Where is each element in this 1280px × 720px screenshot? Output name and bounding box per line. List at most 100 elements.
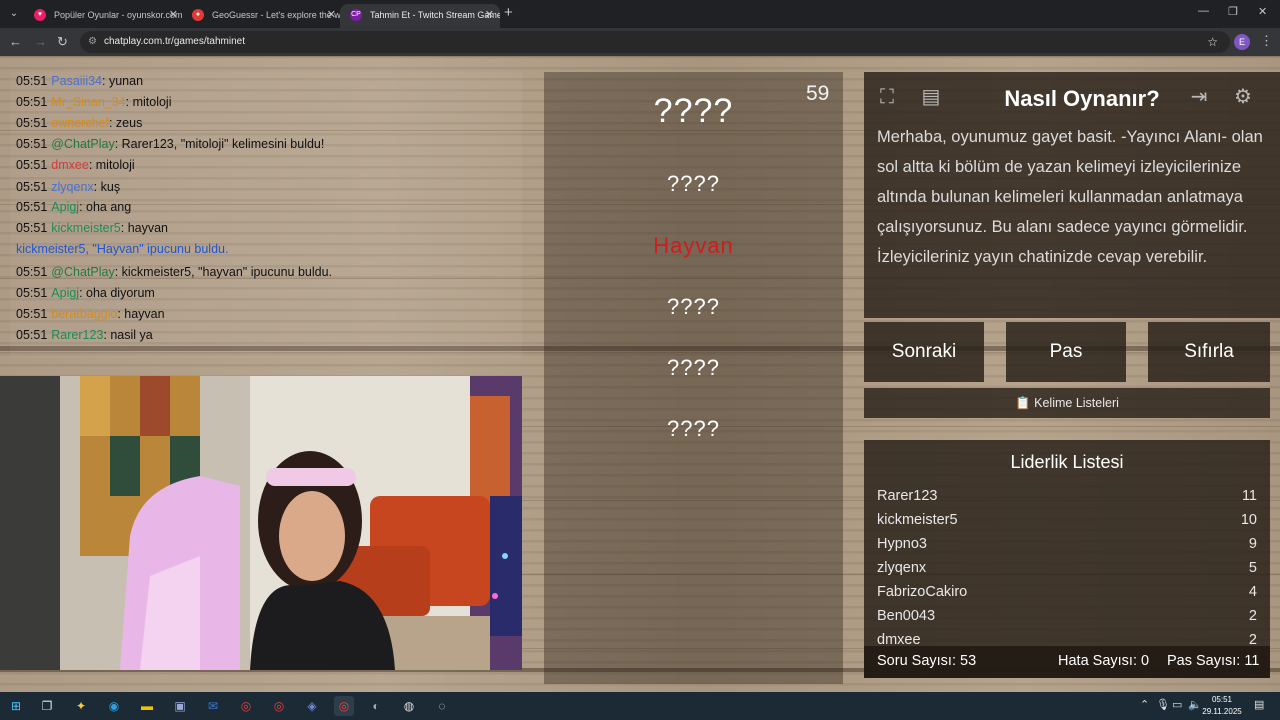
chat-timestamp: 05:51 <box>16 221 48 235</box>
how-to-play-panel: ⛶ ▤ Nasıl Oynanır? ⇥ ⚙ Merhaba, oyunumuz… <box>864 72 1280 318</box>
tab-tahminet[interactable]: CP Tahmin Et - Twitch Stream Games ✕ <box>340 4 500 28</box>
pass-button[interactable]: Pas <box>1006 322 1126 382</box>
chat-text: : oha diyorum <box>79 286 155 300</box>
tray-chevron-icon[interactable]: ⌃ <box>1140 698 1149 711</box>
profile-avatar[interactable]: E <box>1234 34 1250 50</box>
url-text: chatplay.com.tr/games/tahminet <box>104 36 245 47</box>
chat-text: : hayvan <box>120 221 169 235</box>
chat-timestamp: 05:51 <box>16 307 48 321</box>
leaderboard-score: 4 <box>1248 584 1257 600</box>
next-button[interactable]: Sonraki <box>864 322 984 382</box>
heart-icon: ♥ <box>34 9 46 21</box>
chat-text: : Rarer123, "mitoloji" kelimesini buldu! <box>114 137 325 151</box>
tab-title: Tahmin Et - Twitch Stream Games <box>370 10 500 20</box>
clock-date: 29.11.2025 <box>1202 707 1242 716</box>
steam-icon[interactable]: ◐ <box>366 696 386 716</box>
chat-text: : nasil ya <box>103 328 153 342</box>
settings-gear-icon[interactable]: ⚙ <box>1228 82 1258 112</box>
how-to-play-title: Nasıl Oynanır? <box>1004 86 1160 111</box>
site-info-icon[interactable]: ⚙ <box>88 31 97 53</box>
chat-text: : kuş <box>93 180 121 194</box>
chat-username[interactable]: zlyqenx <box>51 180 93 194</box>
hint-word: ???? <box>667 171 720 196</box>
notification-icon[interactable]: ▤ <box>1254 698 1264 711</box>
copilot-icon[interactable]: ✦ <box>71 696 91 716</box>
chat-message: 05:51 Rarer123: nasil ya <box>16 328 153 342</box>
reset-button[interactable]: Sıfırla <box>1148 322 1270 382</box>
chat-username[interactable]: kickmeister5, "Hayvan" ipucunu buldu. <box>16 242 228 256</box>
obs-icon[interactable]: ◍ <box>399 696 419 716</box>
new-tab-button[interactable]: + <box>504 4 513 21</box>
forward-icon[interactable]: → <box>34 34 47 49</box>
close-icon[interactable]: ✕ <box>169 4 178 26</box>
chat-username[interactable]: @ChatPlay <box>51 265 114 279</box>
minimize-button[interactable]: — <box>1198 5 1209 17</box>
chat-username[interactable]: dmxee <box>51 158 89 172</box>
leaderboard-score: 2 <box>1248 608 1257 624</box>
chat-timestamp: 05:51 <box>16 286 48 300</box>
chat-message: 05:51 ownerchef: zeus <box>16 116 142 130</box>
hint-word: ???? <box>667 355 720 380</box>
exit-icon[interactable]: ⇥ <box>1184 82 1214 112</box>
leaderboard-name: Hypno3 <box>877 536 927 552</box>
leaderboard-row: Rarer123 11 <box>877 488 1257 512</box>
volume-icon[interactable]: 🔈 <box>1188 698 1202 711</box>
word-lists-label: Kelime Listeleri <box>1034 396 1119 410</box>
system-clock[interactable]: 05:51 29.11.2025 <box>1202 694 1242 718</box>
chat-timestamp: 05:51 <box>16 137 48 151</box>
file-explorer-icon[interactable]: ▬ <box>137 696 157 716</box>
chat-username[interactable]: Mr_Sinan_34 <box>51 95 125 109</box>
leaderboard-row: Hypno3 9 <box>877 536 1257 560</box>
network-icon[interactable]: ▭ <box>1172 698 1182 711</box>
tab-title: Popüler Oyunlar - oyunskor.com <box>54 10 183 20</box>
webcam-image <box>0 376 522 670</box>
chat-username[interactable]: @ChatPlay <box>51 137 114 151</box>
chat-username[interactable]: Rarer123 <box>51 328 103 342</box>
task-view-icon[interactable]: ❐ <box>37 696 57 716</box>
chrome-icon[interactable]: ◎ <box>236 696 256 716</box>
chrome-active-icon[interactable]: ◎ <box>334 696 354 716</box>
browser-menu-icon[interactable]: ⋮ <box>1260 33 1273 49</box>
chat-username[interactable]: Apigj <box>51 286 79 300</box>
windows-start-icon[interactable]: ⊞ <box>6 696 26 716</box>
chrome-icon[interactable]: ◎ <box>269 696 289 716</box>
chat-username[interactable]: ownerchef <box>51 116 109 130</box>
chat-username[interactable]: Apigj <box>51 200 79 214</box>
word-column: ???? ???? Hayvan ???? ???? ???? <box>544 72 843 684</box>
tab-oyunskor[interactable]: ♥ Popüler Oyunlar - oyunskor.com ✕ <box>24 4 184 28</box>
tab-geoguessr[interactable]: ● GeoGuessr - Let's explore the world ✕ <box>182 4 342 28</box>
game-page: 05:51 Pasaiii34: yunan 05:51 Mr_Sinan_34: m… <box>0 56 1280 692</box>
chat-message: 05:51 Pasaiii34: yunan <box>16 74 143 88</box>
store-icon[interactable]: ▣ <box>170 696 190 716</box>
close-window-button[interactable]: ✕ <box>1258 5 1267 18</box>
countdown-timer: 59 <box>806 82 830 105</box>
notes-icon[interactable]: ▤ <box>916 82 946 112</box>
microphone-icon[interactable]: 🎙 <box>1156 698 1170 711</box>
bookmark-star-icon[interactable]: ☆ <box>1207 31 1218 53</box>
word-lists-button[interactable]: 📋 Kelime Listeleri <box>864 388 1270 418</box>
app-icon[interactable]: ◌ <box>432 696 452 716</box>
chat-username[interactable]: kickmeister5 <box>51 221 120 235</box>
pass-count: Pas Sayısı: 11 <box>1167 653 1260 669</box>
leaderboard-score: 10 <box>1240 512 1257 528</box>
tab-search-icon[interactable]: ⌄ <box>6 6 22 22</box>
leaderboard-panel: Liderlik Listesi Rarer123 11 kickmeister5 1… <box>864 440 1270 678</box>
chat-text: : oha ang <box>79 200 132 214</box>
hint-word: ???? <box>667 294 720 319</box>
restore-button[interactable]: ❐ <box>1228 5 1238 18</box>
reload-icon[interactable]: ↻ <box>57 34 68 50</box>
back-icon[interactable]: ← <box>9 34 22 49</box>
discord-icon[interactable]: ◈ <box>302 696 322 716</box>
mail-icon[interactable]: ✉ <box>203 696 223 716</box>
how-to-play-text: Merhaba, oyunumuz gayet basit. -Yayıncı … <box>877 128 1263 266</box>
leaderboard-name: FabrizoCakiro <box>877 584 968 600</box>
close-icon[interactable]: ✕ <box>485 4 494 26</box>
chat-username[interactable]: beratbaggio <box>51 307 117 321</box>
url-field[interactable]: ⚙ chatplay.com.tr/games/tahminet ☆ <box>80 31 1230 53</box>
close-icon[interactable]: ✕ <box>327 4 336 26</box>
edge-icon[interactable]: ◉ <box>104 696 124 716</box>
chat-username[interactable]: Pasaiii34 <box>51 74 102 88</box>
fullscreen-icon[interactable]: ⛶ <box>872 82 902 112</box>
chat-message: 05:51 dmxee: mitoloji <box>16 158 135 172</box>
leaderboard-score: 5 <box>1248 560 1257 576</box>
